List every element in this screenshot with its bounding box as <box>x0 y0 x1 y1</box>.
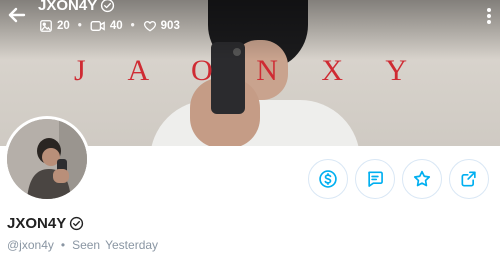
share-icon <box>461 171 476 187</box>
verified-badge-icon <box>70 216 84 231</box>
stat-photos[interactable]: 20 <box>39 19 70 33</box>
favorite-button[interactable] <box>402 159 442 199</box>
profile-actions <box>308 159 489 199</box>
star-icon <box>413 170 431 187</box>
stat-likes[interactable]: 903 <box>143 19 180 33</box>
header-stats: 20 • 40 • 903 <box>39 19 180 33</box>
dollar-icon <box>319 170 337 188</box>
profile-display-name: JXON4Y <box>7 215 67 232</box>
profile-meta: @jxon4y • Seen Yesterday <box>7 238 158 252</box>
stat-photos-count: 20 <box>57 20 70 32</box>
profile-name-row: JXON4Y <box>7 215 84 232</box>
seen-value: Yesterday <box>105 238 159 252</box>
avatar[interactable] <box>4 116 90 202</box>
heart-icon <box>143 20 156 32</box>
avatar-figure <box>7 119 87 199</box>
more-vertical-icon[interactable] <box>484 6 494 26</box>
tip-button[interactable] <box>308 159 348 199</box>
header-username-row: JXON4Y <box>38 0 115 14</box>
video-icon <box>90 21 105 31</box>
stat-separator: • <box>77 20 82 32</box>
back-arrow-icon[interactable] <box>4 2 28 26</box>
verified-badge-icon <box>101 0 115 13</box>
stat-videos-count: 40 <box>109 20 123 32</box>
meta-separator: • <box>60 238 66 252</box>
stat-separator: • <box>130 20 135 32</box>
stat-likes-count: 903 <box>160 20 180 32</box>
share-button[interactable] <box>449 159 489 199</box>
seen-label: Seen <box>72 238 101 252</box>
top-bar: JXON4Y 20 • 40 • 903 <box>0 0 500 40</box>
avatar-photo <box>7 119 87 199</box>
stat-videos[interactable]: 40 <box>90 19 123 33</box>
profile-handle: @jxon4y <box>7 238 54 252</box>
message-icon <box>368 171 383 187</box>
header-username: JXON4Y <box>38 0 98 14</box>
image-icon <box>40 20 52 32</box>
message-button[interactable] <box>355 159 395 199</box>
